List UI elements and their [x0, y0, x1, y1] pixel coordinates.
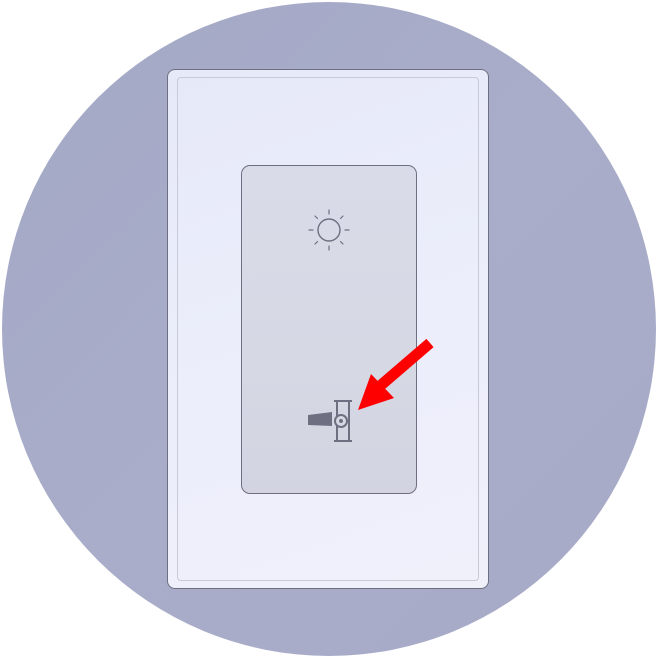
red-pointer-arrow [358, 338, 434, 410]
switch-toggle-icon [308, 400, 352, 442]
sun-icon [308, 209, 350, 251]
light-switch-illustration [0, 0, 658, 658]
